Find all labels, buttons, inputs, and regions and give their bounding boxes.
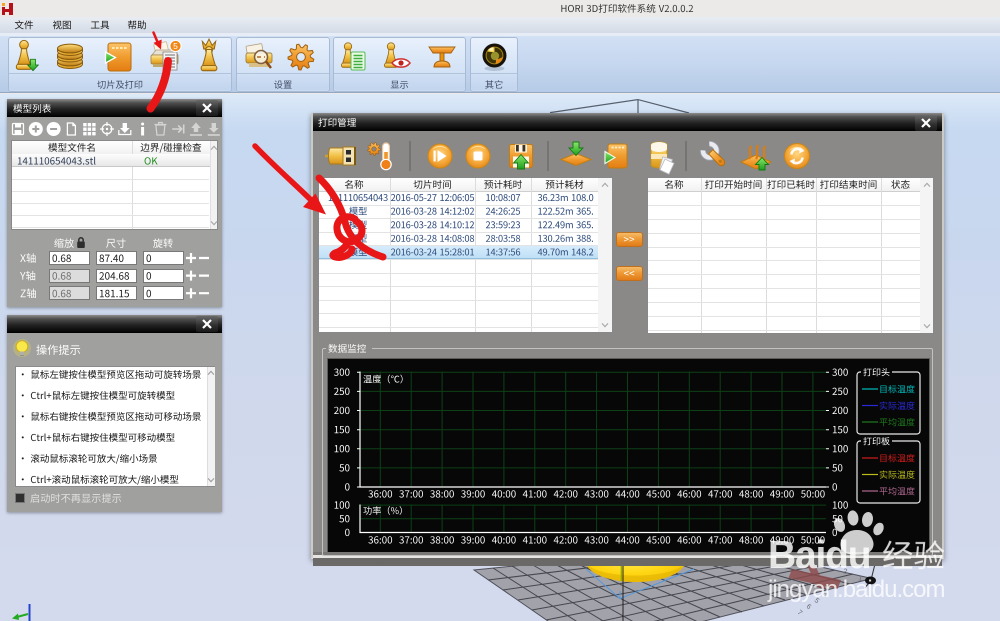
svg-text:jingyan.baidu.com: jingyan.baidu.com [767,576,944,603]
svg-text:Baidu: Baidu [768,534,870,577]
svg-text:5: 5 [173,41,178,51]
